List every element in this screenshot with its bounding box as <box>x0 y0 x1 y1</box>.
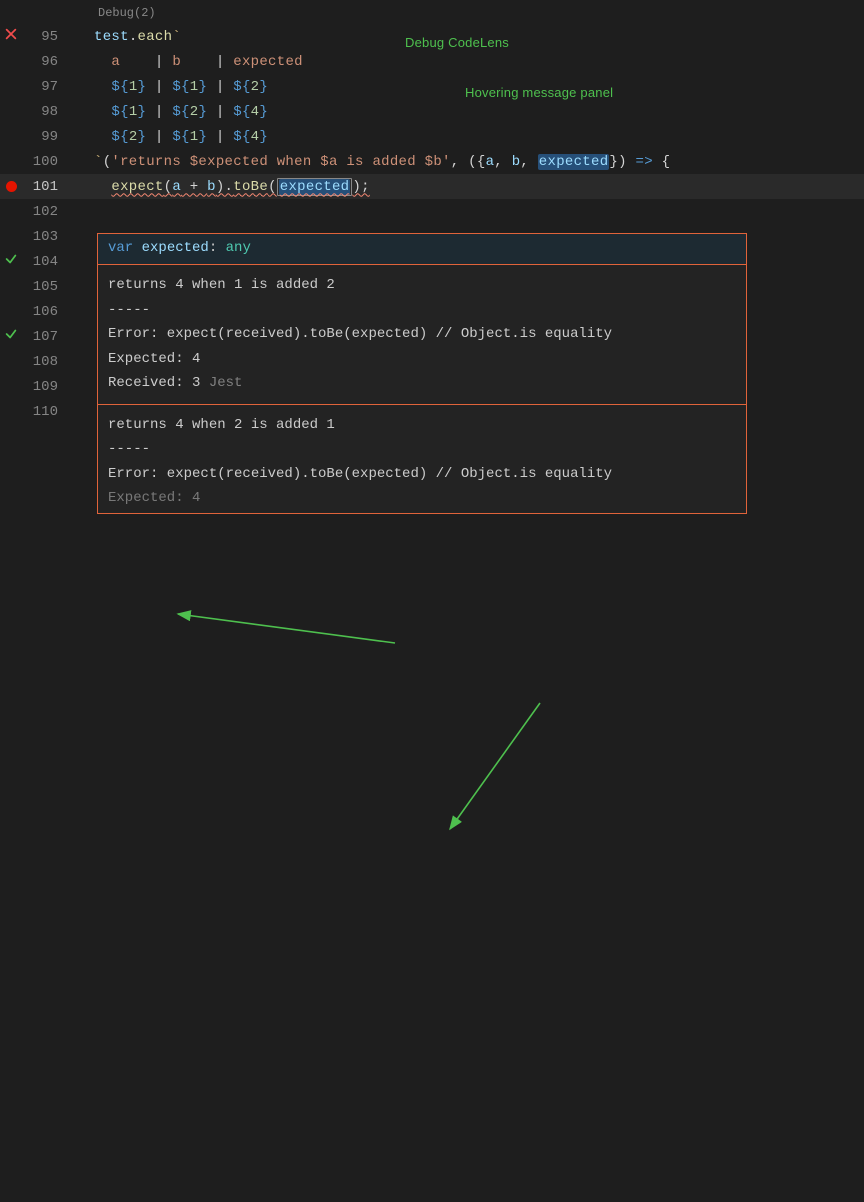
hover-signature: var expected: any <box>98 234 746 265</box>
pass-icon <box>4 252 18 271</box>
code-content[interactable]: `('returns $expected when $a is added $b… <box>70 154 670 170</box>
code-line[interactable]: 102 <box>0 199 864 224</box>
fail-icon <box>4 27 18 46</box>
gutter[interactable] <box>0 27 22 46</box>
line-number: 106 <box>22 304 70 320</box>
code-line[interactable]: 96 a | b | expected <box>0 49 864 74</box>
annotation-hover-panel: Hovering message panel <box>465 85 613 100</box>
breakpoint-icon[interactable] <box>6 181 17 192</box>
hover-error-title: returns 4 when 2 is added 1 <box>108 413 736 438</box>
codelens-debug[interactable]: Debug(2) <box>0 0 864 24</box>
code-content[interactable]: ${1} | ${2} | ${4} <box>70 104 268 120</box>
hover-error-1: returns 4 when 1 is added 2 ----- Error:… <box>98 265 746 405</box>
hover-error-title: returns 4 when 1 is added 2 <box>108 273 736 298</box>
line-number: 105 <box>22 279 70 295</box>
line-number: 99 <box>22 129 70 145</box>
hover-var-name: expected <box>142 240 209 256</box>
pass-icon <box>4 327 18 346</box>
code-content[interactable]: expect(a + b).toBe(expected); <box>70 179 370 195</box>
code-line[interactable]: 100`('returns $expected when $a is added… <box>0 149 864 174</box>
line-number: 103 <box>22 229 70 245</box>
hover-type: any <box>226 240 251 256</box>
code-line[interactable]: 98 ${1} | ${2} | ${4} <box>0 99 864 124</box>
code-line[interactable]: 99 ${2} | ${1} | ${4} <box>0 124 864 149</box>
arrow-to-codelens <box>178 614 395 643</box>
gutter[interactable] <box>0 181 22 192</box>
hover-error-body: Error: expect(received).toBe(expected) /… <box>108 322 736 347</box>
hover-error-body: Error: expect(received).toBe(expected) /… <box>108 462 736 487</box>
line-number: 100 <box>22 154 70 170</box>
code-content[interactable]: a | b | expected <box>70 54 303 70</box>
line-number: 108 <box>22 354 70 370</box>
hover-keyword: var <box>108 240 133 256</box>
line-number: 98 <box>22 104 70 120</box>
code-content[interactable]: ${2} | ${1} | ${4} <box>70 129 268 145</box>
line-number: 97 <box>22 79 70 95</box>
annotation-debug-codelens: Debug CodeLens <box>405 35 509 50</box>
line-number: 95 <box>22 29 70 45</box>
line-number: 109 <box>22 379 70 395</box>
gutter[interactable] <box>0 327 22 346</box>
hover-source-label: Jest <box>209 375 243 391</box>
code-content[interactable]: test.each` <box>70 29 181 45</box>
arrow-to-hover-panel <box>450 703 540 829</box>
line-number: 96 <box>22 54 70 70</box>
hover-error-2: returns 4 when 2 is added 1 ----- Error:… <box>98 405 746 513</box>
line-number: 102 <box>22 204 70 220</box>
code-content[interactable]: ${1} | ${1} | ${2} <box>70 79 268 95</box>
line-number: 110 <box>22 404 70 420</box>
gutter[interactable] <box>0 252 22 271</box>
code-line[interactable]: 97 ${1} | ${1} | ${2} <box>0 74 864 99</box>
code-line[interactable]: 101 expect(a + b).toBe(expected); <box>0 174 864 199</box>
line-number: 107 <box>22 329 70 345</box>
line-number: 104 <box>22 254 70 270</box>
line-number: 101 <box>22 179 70 195</box>
hover-message-panel: var expected: any returns 4 when 1 is ad… <box>97 233 747 514</box>
